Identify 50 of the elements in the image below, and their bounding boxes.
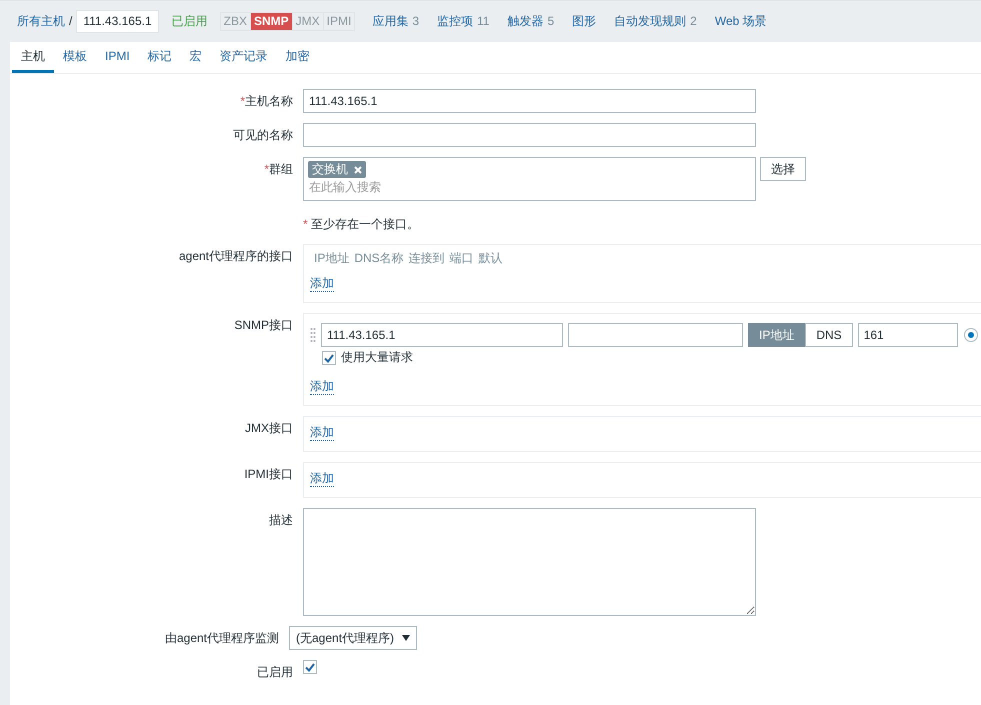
availability-label: SNMP bbox=[250, 13, 292, 30]
tab[interactable]: 标记 bbox=[138, 42, 181, 73]
field-label: 可见的名称 bbox=[233, 128, 293, 142]
field-label: *主机名称 bbox=[240, 94, 293, 108]
current-host: 111.43.165.1 bbox=[76, 10, 159, 33]
port-field[interactable]: 161 bbox=[858, 323, 958, 347]
field-label: SNMP接口 bbox=[234, 318, 293, 332]
nav-link[interactable]: 自动发现规则 2 bbox=[614, 14, 697, 29]
column-header: 默认 bbox=[478, 251, 503, 266]
add-link[interactable]: 添加 bbox=[310, 276, 334, 292]
field-label: IPMI接口 bbox=[244, 467, 293, 481]
tab[interactable]: IPMI bbox=[96, 42, 139, 73]
field-label: JMX接口 bbox=[245, 421, 293, 435]
column-header: 端口 bbox=[450, 251, 474, 266]
availability-label: JMX bbox=[292, 13, 323, 30]
nav-link[interactable]: 应用集 3 bbox=[372, 14, 420, 29]
group-tag: 交换机 bbox=[308, 161, 366, 178]
checkbox-label: 使用大量请求 bbox=[341, 350, 413, 365]
column-header: DNS名称 bbox=[354, 251, 404, 266]
field-label: 由agent代理程序监测 bbox=[164, 631, 279, 645]
proxy-dropdown[interactable]: (无agent代理程序) bbox=[289, 626, 418, 650]
tab[interactable]: 资产记录 bbox=[210, 42, 277, 73]
breadcrumb-link[interactable]: 所有主机 bbox=[17, 14, 65, 29]
nav-link[interactable]: 触发器 5 bbox=[507, 14, 554, 29]
connect-toggle[interactable]: DNS bbox=[805, 323, 853, 347]
add-link[interactable]: 添加 bbox=[310, 379, 334, 395]
nav-link[interactable]: 监控项 11 bbox=[437, 14, 490, 29]
tab[interactable]: 模板 bbox=[54, 42, 96, 73]
connect-toggle[interactable]: IP地址 bbox=[748, 323, 806, 347]
availability-label: IPMI bbox=[322, 13, 354, 30]
nav-link[interactable]: Web 场景 bbox=[714, 14, 767, 29]
ip-field[interactable]: 111.43.165.1 bbox=[321, 323, 563, 347]
nav-link[interactable]: 图形 bbox=[572, 14, 596, 29]
form-note: * 至少存在一个接口。 bbox=[303, 216, 420, 233]
breadcrumb-separator: / bbox=[69, 14, 72, 29]
field-label: 描述 bbox=[269, 513, 293, 527]
add-link[interactable]: 添加 bbox=[310, 425, 334, 441]
column-header: 连接到 bbox=[408, 251, 445, 266]
select-button[interactable]: 选择 bbox=[760, 157, 806, 181]
field-label: *群组 bbox=[264, 162, 293, 176]
add-link[interactable]: 添加 bbox=[310, 471, 334, 487]
availability-label: ZBX bbox=[222, 13, 248, 30]
field-label: 已启用 bbox=[257, 665, 293, 679]
tab[interactable]: 加密 bbox=[276, 42, 319, 73]
field-label: agent代理程序的接口 bbox=[178, 249, 293, 263]
tab[interactable]: 主机 bbox=[12, 42, 54, 73]
group-multiselect-field[interactable]: 交换机 在此输入搜索 bbox=[303, 157, 756, 201]
text-field[interactable]: 111.43.165.1 bbox=[303, 89, 756, 113]
column-header: IP地址 bbox=[314, 251, 350, 266]
tab[interactable]: 宏 bbox=[180, 42, 211, 73]
